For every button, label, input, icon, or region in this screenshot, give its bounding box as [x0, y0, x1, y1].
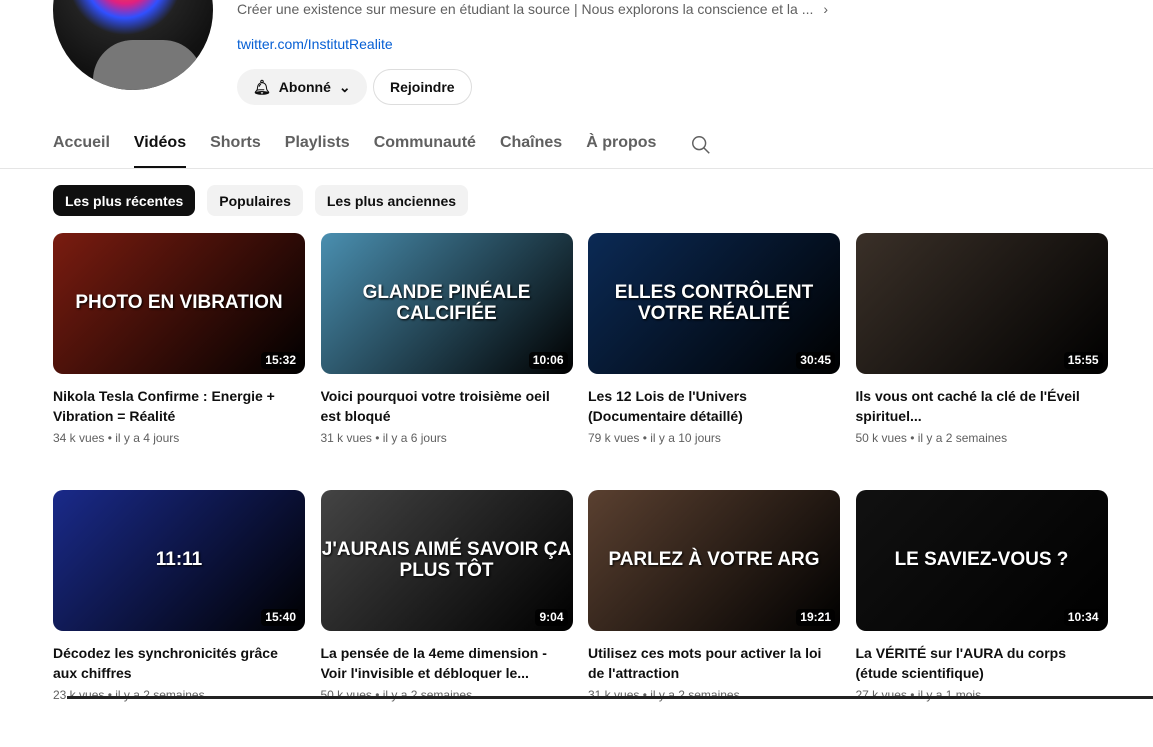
video-title[interactable]: La VÉRITÉ sur l'AURA du corps (étude sci… — [856, 643, 1108, 683]
video-thumbnail[interactable]: PHOTO EN VIBRATION 15:32 — [53, 233, 305, 374]
video-meta: 79 k vues • il y a 10 jours — [588, 431, 721, 445]
video-duration: 19:21 — [796, 608, 835, 626]
video-title[interactable]: Ils vous ont caché la clé de l'Éveil spi… — [856, 386, 1108, 426]
sort-chips: Les plus récentes Populaires Les plus an… — [53, 185, 469, 216]
video-meta: 27 k vues • il y a 1 mois — [855, 688, 982, 702]
channel-avatar[interactable] — [53, 0, 213, 90]
tab-accueil[interactable]: Accueil — [53, 134, 110, 168]
video-meta: 34 k vues • il y a 4 jours — [53, 431, 180, 445]
tab-shorts[interactable]: Shorts — [210, 134, 261, 168]
chip-popular[interactable]: Populaires — [207, 185, 303, 216]
video-duration: 9:04 — [535, 608, 568, 626]
video-duration: 15:40 — [261, 608, 300, 626]
video-title[interactable]: Nikola Tesla Confirme : Energie + Vibrat… — [53, 386, 305, 426]
thumbnail-text: J'AURAIS AIMÉ SAVOIR ÇA PLUS TÔT — [321, 538, 572, 581]
video-meta: 31 k vues • il y a 6 jours — [320, 431, 447, 445]
video-duration: 10:34 — [1063, 608, 1103, 626]
tab-communaute[interactable]: Communauté — [374, 134, 476, 168]
thumbnail-text: GLANDE PINÉALE CALCIFIÉE — [362, 281, 531, 324]
channel-description[interactable]: Créer une existence sur mesure en étudia… — [237, 1, 828, 17]
subscribed-button[interactable]: 🔔︎ Abonné ⌄ — [237, 69, 367, 105]
video-thumbnail[interactable]: 11:11 15:40 — [53, 490, 305, 631]
video-thumbnail[interactable]: PARLEZ À VOTRE ARG 19:21 — [588, 490, 840, 631]
search-icon[interactable] — [690, 134, 712, 168]
video-grid: PHOTO EN VIBRATION 15:32 Nikola Tesla Con… — [53, 233, 1108, 747]
video-card[interactable]: GLANDE PINÉALE CALCIFIÉE 10:06 Voici pour… — [320, 233, 573, 490]
video-meta: 50 k vues • il y a 2 semaines — [855, 431, 1008, 445]
video-card[interactable]: 15:55 Ils vous ont caché la clé de l'Éve… — [855, 233, 1108, 490]
chip-recent[interactable]: Les plus récentes — [53, 185, 196, 216]
video-card[interactable]: PARLEZ À VOTRE ARG 19:21 Utilisez ces mot… — [588, 490, 840, 747]
divider — [0, 168, 1153, 169]
video-card[interactable]: LE SAVIEZ-VOUS ? 10:34 La VÉRITÉ sur l'AU… — [855, 490, 1108, 747]
video-thumbnail[interactable]: GLANDE PINÉALE CALCIFIÉE 10:06 — [320, 233, 573, 374]
tab-a-propos[interactable]: À propos — [586, 134, 656, 168]
video-title[interactable]: Les 12 Lois de l'Univers (Documentaire d… — [588, 386, 840, 426]
video-card[interactable]: PHOTO EN VIBRATION 15:32 Nikola Tesla Con… — [53, 233, 305, 490]
video-duration: 15:55 — [1063, 351, 1103, 369]
video-meta: 31 k vues • il y a 2 semaines — [588, 688, 740, 702]
tab-playlists[interactable]: Playlists — [285, 134, 350, 168]
video-duration: 15:32 — [261, 351, 300, 369]
chip-oldest[interactable]: Les plus anciennes — [314, 185, 469, 216]
thumbnail-text: PARLEZ À VOTRE ARG — [608, 549, 820, 571]
video-card[interactable]: J'AURAIS AIMÉ SAVOIR ÇA PLUS TÔT 9:04 La … — [320, 490, 573, 747]
thumbnail-text: LE SAVIEZ-VOUS ? — [894, 549, 1069, 571]
chevron-right-icon: › — [823, 1, 829, 17]
video-thumbnail[interactable]: 15:55 — [855, 233, 1108, 374]
video-meta: 50 k vues • il y a 2 semaines — [320, 688, 473, 702]
video-title[interactable]: La pensée de la 4eme dimension - Voir l'… — [321, 643, 573, 683]
join-button[interactable]: Rejoindre — [373, 69, 472, 105]
video-title[interactable]: Utilisez ces mots pour activer la loi de… — [588, 643, 840, 683]
tab-videos[interactable]: Vidéos — [133, 134, 187, 168]
video-thumbnail[interactable]: LE SAVIEZ-VOUS ? 10:34 — [855, 490, 1108, 631]
video-thumbnail[interactable]: ELLES CONTRÔLENT VOTRE RÉALITÉ 30:45 — [588, 233, 840, 374]
video-card[interactable]: ELLES CONTRÔLENT VOTRE RÉALITÉ 30:45 Les … — [588, 233, 840, 490]
channel-link[interactable]: twitter.com/InstitutRealite — [237, 36, 393, 52]
video-meta: 23 k vues • il y a 2 semaines — [53, 688, 205, 702]
video-duration: 30:45 — [796, 351, 835, 369]
thumbnail-text: PHOTO EN VIBRATION — [75, 292, 283, 314]
thumbnail-text: 11:11 — [155, 549, 203, 571]
video-thumbnail[interactable]: J'AURAIS AIMÉ SAVOIR ÇA PLUS TÔT 9:04 — [320, 490, 573, 631]
video-card[interactable]: 11:11 15:40 Décodez les synchronicités gr… — [53, 490, 305, 747]
channel-tabs: Accueil Vidéos Shorts Playlists Communau… — [53, 134, 712, 168]
bell-icon: 🔔︎ — [253, 78, 271, 95]
video-title[interactable]: Voici pourquoi votre troisième oeil est … — [321, 386, 573, 426]
video-title[interactable]: Décodez les synchronicités grâce aux chi… — [53, 643, 305, 683]
chevron-down-icon: ⌄ — [338, 78, 351, 95]
tab-chaines[interactable]: Chaînes — [500, 134, 562, 168]
thumbnail-text: ELLES CONTRÔLENT VOTRE RÉALITÉ — [614, 281, 814, 324]
video-duration: 10:06 — [528, 351, 568, 369]
